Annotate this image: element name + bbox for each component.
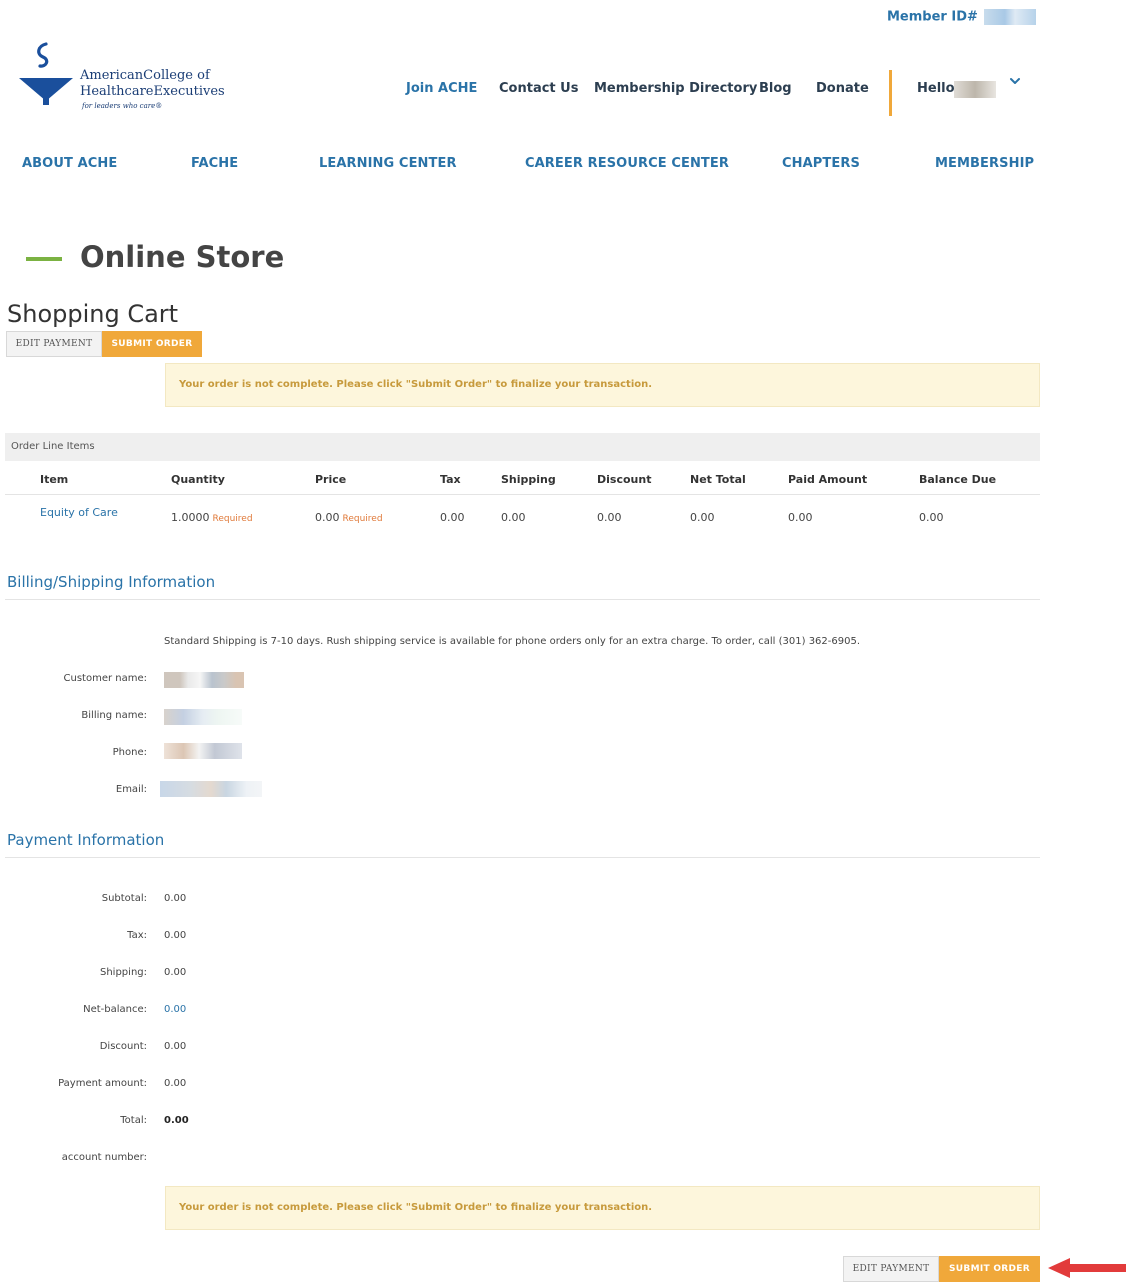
email-redacted	[160, 781, 262, 797]
cell-shipping: 0.00	[501, 511, 526, 524]
payment-section-divider	[5, 857, 1040, 858]
submit-order-button-bottom[interactable]: SUBMIT ORDER	[939, 1256, 1040, 1282]
nav-learning-center[interactable]: LEARNING CENTER	[319, 156, 457, 171]
billing-name-label: Billing name:	[81, 710, 147, 721]
membership-directory-link[interactable]: Membership Directory	[594, 81, 757, 96]
member-id-label: Member ID#	[887, 9, 978, 25]
col-shipping: Shipping	[501, 473, 556, 486]
order-line-items-heading: Order Line Items	[5, 433, 1040, 461]
email-label: Email:	[115, 784, 147, 795]
page-title: Online Store	[80, 240, 285, 274]
tax-value: 0.00	[164, 930, 187, 941]
nav-chapters[interactable]: CHAPTERS	[782, 156, 860, 171]
shipping-note: Standard Shipping is 7-10 days. Rush shi…	[164, 636, 861, 647]
subtotal-label: Subtotal:	[101, 893, 147, 904]
payment-amount-label: Payment amount:	[58, 1078, 147, 1089]
nav-career-resource-center[interactable]: CAREER RESOURCE CENTER	[525, 156, 729, 171]
col-discount: Discount	[597, 473, 652, 486]
billing-name-redacted	[164, 709, 242, 725]
blog-link[interactable]: Blog	[759, 81, 792, 96]
tax-label: Tax:	[127, 930, 147, 941]
payment-amount-value: 0.00	[164, 1078, 187, 1089]
join-ache-link[interactable]: Join ACHE	[406, 81, 477, 96]
col-paid-amount: Paid Amount	[788, 473, 868, 486]
cell-discount: 0.00	[597, 511, 622, 524]
logo-line-2: HealthcareExecutives	[80, 84, 225, 99]
customer-name-redacted	[164, 672, 244, 688]
ache-logo-icon[interactable]	[16, 40, 76, 118]
member-id-redacted	[983, 9, 1036, 25]
total-value: 0.00	[164, 1115, 189, 1126]
table-divider	[5, 494, 1040, 495]
submit-order-button-top[interactable]: SUBMIT ORDER	[102, 331, 202, 357]
cell-paid-amount: 0.00	[788, 511, 813, 524]
account-number-label: account number:	[61, 1152, 147, 1163]
user-name-redacted	[954, 81, 996, 98]
price-value: 0.00	[315, 511, 340, 524]
cell-price: 0.00 Required	[315, 511, 383, 524]
billing-section-divider	[5, 599, 1040, 600]
cell-tax: 0.00	[440, 511, 465, 524]
nav-fache[interactable]: FACHE	[191, 156, 238, 171]
edit-payment-button-top[interactable]: EDIT PAYMENT	[6, 331, 102, 357]
title-accent-bar	[26, 257, 62, 261]
subtotal-value: 0.00	[164, 893, 187, 904]
header-divider	[889, 70, 892, 116]
col-tax: Tax	[440, 473, 461, 486]
cart-title: Shopping Cart	[7, 300, 179, 328]
contact-us-link[interactable]: Contact Us	[499, 81, 578, 96]
payment-section-title: Payment Information	[7, 831, 165, 849]
price-required-note: Required	[342, 514, 383, 524]
net-balance-label: Net-balance:	[83, 1004, 147, 1015]
discount-label: Discount:	[99, 1041, 147, 1052]
shipping-label: Shipping:	[100, 967, 147, 978]
cell-quantity: 1.0000 Required	[171, 511, 253, 524]
phone-label: Phone:	[112, 747, 147, 758]
col-balance-due: Balance Due	[919, 473, 997, 486]
order-incomplete-alert-top: Your order is not complete. Please click…	[165, 363, 1040, 407]
item-link-equity-of-care[interactable]: Equity of Care	[40, 506, 118, 519]
cell-balance-due: 0.00	[919, 511, 944, 524]
logo-line-1: AmericanCollege of	[80, 68, 210, 83]
net-balance-value: 0.00	[164, 1004, 187, 1015]
nav-about-ache[interactable]: ABOUT ACHE	[22, 156, 117, 171]
logo-tagline: for leaders who care®	[82, 102, 163, 110]
pointer-arrow-icon	[1048, 1258, 1126, 1278]
order-incomplete-alert-bottom: Your order is not complete. Please click…	[165, 1186, 1040, 1230]
col-net-total: Net Total	[690, 473, 746, 486]
col-item: Item	[40, 473, 69, 486]
nav-membership[interactable]: MEMBERSHIP	[935, 156, 1034, 171]
quantity-required-note: Required	[212, 514, 253, 524]
total-label: Total:	[120, 1115, 147, 1126]
member-id: Member ID#	[887, 9, 1036, 25]
quantity-value: 1.0000	[171, 511, 210, 524]
phone-redacted	[164, 743, 242, 759]
cell-net-total: 0.00	[690, 511, 715, 524]
discount-value: 0.00	[164, 1041, 187, 1052]
chevron-down-icon[interactable]	[1008, 74, 1022, 88]
col-quantity: Quantity	[171, 473, 225, 486]
edit-payment-button-bottom[interactable]: EDIT PAYMENT	[843, 1256, 939, 1282]
shipping-value: 0.00	[164, 967, 187, 978]
donate-link[interactable]: Donate	[816, 81, 869, 96]
col-price: Price	[315, 473, 347, 486]
customer-name-label: Customer name:	[63, 673, 147, 684]
billing-section-title: Billing/Shipping Information	[7, 573, 216, 591]
